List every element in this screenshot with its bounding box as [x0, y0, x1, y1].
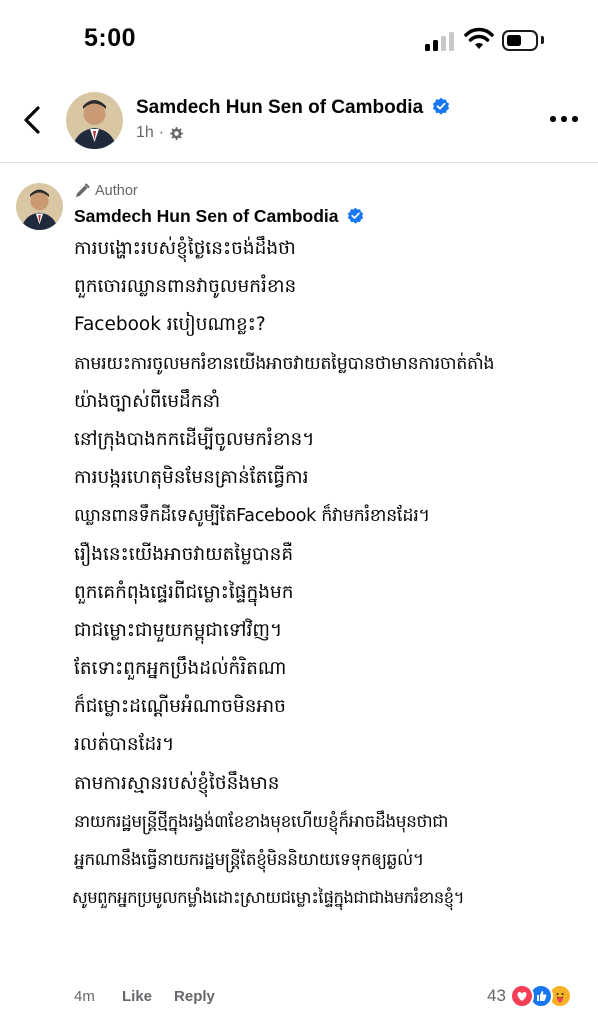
comment-line: ឈ្លានពានទឹកដីទេសូម្បីតែFacebook ក៏វាមករំ… — [74, 506, 430, 527]
comment-line: តែទោះពួកអ្នកប្រឹងដល់កំរិតណា — [74, 658, 287, 680]
comment-line: Facebook របៀបណាខ្លះ? — [74, 314, 266, 336]
signal-icon — [425, 31, 457, 51]
comment-actions: 4m Like Reply — [74, 984, 237, 1008]
comment-line: យ៉ាងច្បាស់ពីមេដឹកនាំ — [74, 390, 221, 412]
pen-icon — [76, 183, 90, 197]
verified-badge-icon — [433, 98, 450, 116]
back-button[interactable] — [16, 100, 52, 140]
comment-author-name-text: Samdech Hun Sen of Cambodia — [74, 206, 339, 226]
comment-author-avatar[interactable] — [16, 183, 63, 230]
comment-line: សូមពួកអ្នកប្រមូលកម្លាំងដោះស្រាយជម្លោះផ្ទ… — [72, 888, 465, 908]
avatar-image — [66, 92, 123, 149]
comment-line: ក៏ជម្លោះដណ្តើមអំណាចមិនអាច — [74, 696, 286, 718]
page-avatar[interactable] — [66, 92, 123, 149]
comment-time[interactable]: 4m — [74, 988, 122, 1005]
reaction-icons — [509, 984, 574, 1008]
comment-line: តាមរយះការចូលមករំខានយើងអាចវាយតម្លៃបានថាមា… — [74, 353, 495, 374]
status-time: 5:00 — [84, 24, 137, 52]
meta-separator: · — [158, 124, 165, 141]
love-reaction-icon — [509, 984, 534, 1008]
comment-line: នាយករដ្ឋមន្ត្រីថ្មីក្នុងរង្វង់៣ខែខាងមុខហ… — [74, 811, 449, 832]
comment-line: រឿងនេះយើងអាចវាយតម្លៃបានគឺ — [74, 543, 294, 565]
verified-badge-icon — [348, 208, 364, 224]
reaction-summary[interactable]: 43 — [487, 983, 574, 1009]
comment-line: ពួកគេកំពុងផ្ទេរពីជម្លោះផ្ទៃក្នុងមក — [74, 581, 294, 603]
like-button[interactable]: Like — [122, 988, 152, 1005]
back-arrow-icon — [24, 106, 40, 134]
more-options-button[interactable] — [548, 114, 580, 126]
post-time[interactable]: 1h — [136, 124, 154, 142]
header-divider — [0, 162, 598, 163]
comment-line: ការបង្ហោះរបស់ខ្ញុំថ្ងៃនេះចង់ដឹងថា — [74, 238, 296, 259]
comment-body: ការបង្ហោះរបស់ខ្ញុំថ្ងៃនេះចង់ដឹងថា ពួកចោរ… — [72, 230, 594, 917]
comment-line: ការបង្ករហេតុមិនមែនគ្រាន់តែធ្វើការ — [74, 467, 309, 489]
gear-icon — [170, 126, 184, 140]
comment-line: អ្នកណានឹងធ្វើនាយករដ្ឋមន្ត្រីតែខ្ញុំមិននិ… — [74, 850, 424, 870]
more-options-icon — [550, 116, 556, 122]
author-badge-label: Author — [95, 183, 138, 199]
page-name-text: Samdech Hun Sen of Cambodia — [136, 97, 424, 118]
post-meta: 1h · — [136, 124, 184, 142]
comment-author-name[interactable]: Samdech Hun Sen of Cambodia — [74, 206, 364, 227]
comment-line: តាមការស្មានរបស់ខ្ញុំថៃនឹងមាន — [74, 772, 280, 794]
comment-line: ជាជម្លោះជាមួយកម្ពុជាទៅវិញ។ — [74, 619, 283, 641]
reply-button[interactable]: Reply — [174, 988, 215, 1005]
comment-line: នៅក្រុងបាងកកដើម្បីចូលមករំខាន។ — [74, 428, 315, 450]
page-name[interactable]: Samdech Hun Sen of Cambodia — [136, 97, 450, 119]
comment-line: ពួកចោរឈ្លានពានវាចូលមករំខាន — [74, 276, 297, 298]
reaction-count: 43 — [487, 986, 506, 1005]
avatar-image — [16, 183, 63, 230]
post-header: Samdech Hun Sen of Cambodia 1h · — [0, 80, 598, 160]
wifi-icon — [464, 27, 494, 49]
battery-cap — [541, 36, 544, 44]
comment-line: រលត់បានដែរ។ — [74, 734, 175, 756]
battery-icon — [502, 30, 538, 51]
status-bar: 5:00 — [0, 0, 598, 80]
author-badge: Author — [74, 183, 138, 199]
